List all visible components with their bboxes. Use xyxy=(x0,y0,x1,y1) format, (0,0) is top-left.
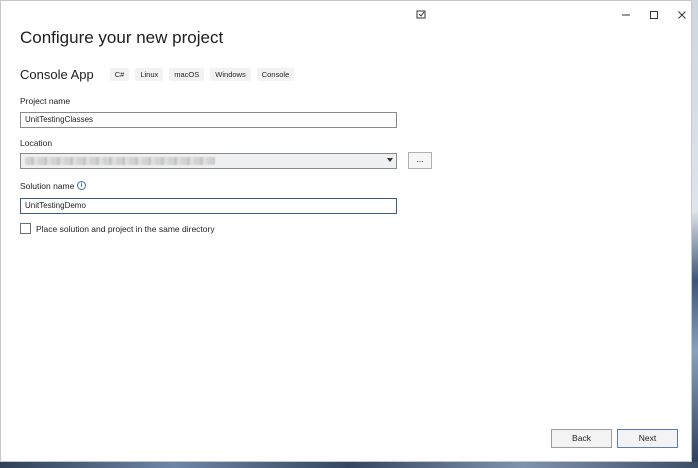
template-tag: Linux xyxy=(135,67,164,81)
page-title: Configure your new project xyxy=(20,28,224,47)
project-name-label: Project name xyxy=(20,96,71,106)
template-tag: C# xyxy=(109,67,130,81)
template-summary: Console App C# Linux macOS Windows Conso… xyxy=(20,65,295,83)
project-name-input[interactable]: UnitTestingClasses xyxy=(20,112,397,128)
template-tag: Windows xyxy=(210,67,251,81)
info-icon[interactable]: i xyxy=(77,181,86,190)
minimize-icon[interactable] xyxy=(619,8,633,22)
template-name: Console App xyxy=(20,66,94,82)
back-button[interactable]: Back xyxy=(551,429,612,448)
next-button[interactable]: Next xyxy=(617,429,678,448)
same-directory-checkbox[interactable] xyxy=(20,223,31,234)
maximize-icon[interactable] xyxy=(647,8,661,22)
configure-project-dialog: Configure your new project Console App C… xyxy=(0,0,692,462)
solution-name-label: Solution name xyxy=(20,181,75,191)
location-label: Location xyxy=(20,138,53,148)
solution-name-input[interactable]: UnitTestingDemo xyxy=(20,198,397,214)
browse-location-button[interactable]: ... xyxy=(408,152,432,169)
close-icon[interactable] xyxy=(675,8,689,22)
desktop-background-bottom xyxy=(0,462,698,468)
desktop-background-right xyxy=(692,0,698,468)
feedback-icon[interactable] xyxy=(414,8,428,22)
location-combobox[interactable] xyxy=(20,153,397,169)
title-bar xyxy=(1,1,691,29)
template-tag: macOS xyxy=(169,67,205,81)
chevron-down-icon[interactable] xyxy=(387,158,393,162)
template-tag: Console xyxy=(256,67,295,81)
same-directory-label: Place solution and project in the same d… xyxy=(36,224,215,234)
location-value-redacted xyxy=(25,157,215,165)
